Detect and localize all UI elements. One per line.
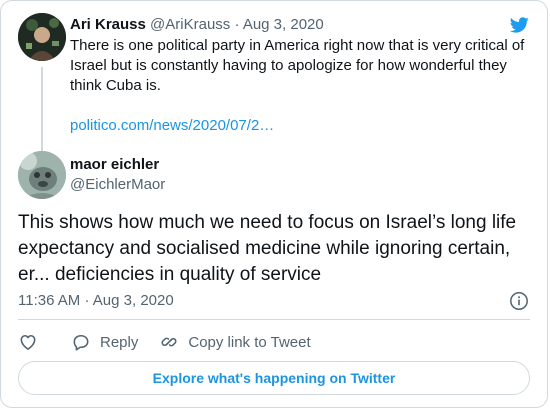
tweet-time: 11:36 AM — [18, 292, 81, 309]
thread-connector — [41, 67, 43, 153]
embedded-tweet-card: Ari Krauss @AriKrauss · Aug 3, 2020 Ther… — [0, 0, 548, 408]
copy-link-button[interactable]: Copy link to Tweet — [159, 332, 311, 352]
main-author-handle[interactable]: @EichlerMaor — [70, 175, 165, 195]
tweet-actions: Reply Copy link to Tweet — [18, 331, 311, 353]
parent-tweet-link[interactable]: politico.com/news/2020/07/2… — [70, 116, 540, 136]
parent-separator: · — [234, 16, 240, 33]
main-tweet-text: This shows how much we need to focus on … — [18, 212, 517, 285]
reply-button[interactable]: Reply — [71, 332, 138, 352]
tweet-date: Aug 3, 2020 — [92, 292, 174, 309]
twitter-bird-icon[interactable] — [508, 15, 530, 35]
explore-twitter-button[interactable]: Explore what's happening on Twitter — [18, 361, 530, 395]
copy-link-label: Copy link to Tweet — [188, 333, 311, 351]
reply-bubble-icon — [73, 334, 89, 351]
like-button[interactable] — [18, 332, 38, 352]
parent-tweet-text: There is one political party in America … — [70, 37, 525, 94]
explore-label: Explore what's happening on Twitter — [152, 370, 396, 386]
link-icon — [161, 337, 177, 347]
divider — [18, 319, 530, 320]
parent-avatar[interactable] — [18, 13, 66, 61]
heart-icon — [20, 334, 36, 350]
parent-author-name[interactable]: Ari Krauss — [70, 16, 146, 33]
main-avatar[interactable] — [18, 151, 66, 199]
main-author-name[interactable]: maor eichler — [70, 155, 159, 175]
info-icon[interactable] — [509, 291, 529, 311]
tweet-meta-separator: · — [84, 292, 90, 309]
reply-label: Reply — [100, 333, 139, 351]
tweet-timestamp[interactable]: 11:36 AM · Aug 3, 2020 — [18, 291, 174, 311]
parent-author-handle[interactable]: @AriKrauss — [150, 16, 230, 33]
parent-tweet-body: Ari Krauss @AriKrauss · Aug 3, 2020 Ther… — [70, 15, 540, 136]
parent-date[interactable]: Aug 3, 2020 — [243, 16, 324, 33]
parent-tweet-header: Ari Krauss @AriKrauss · Aug 3, 2020 — [70, 15, 540, 35]
